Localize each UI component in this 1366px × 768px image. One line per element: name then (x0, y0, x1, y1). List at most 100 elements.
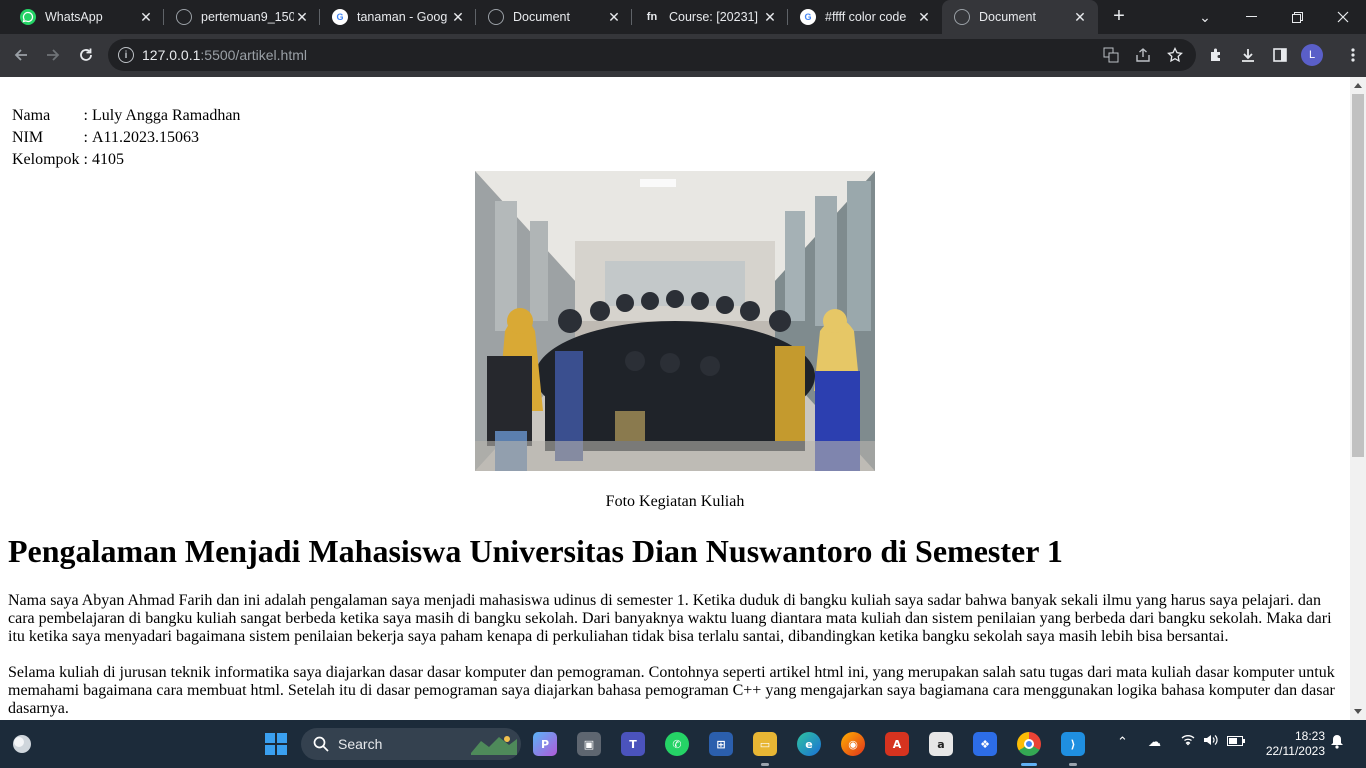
tab-tanaman-google[interactable]: G tanaman - Goog ✕ (320, 0, 476, 34)
battery-icon[interactable] (1227, 734, 1245, 749)
close-icon[interactable]: ✕ (1072, 9, 1088, 26)
chrome-icon[interactable] (1017, 732, 1041, 756)
clock-date: 22/11/2023 (1265, 744, 1325, 758)
table-row: Nama : Luly Angga Ramadhan (11, 106, 241, 126)
forward-arrow-icon[interactable] (40, 42, 66, 68)
table-row: Kelompok : 4105 (11, 150, 241, 170)
google-icon: G (800, 9, 816, 25)
close-window-button[interactable] (1320, 0, 1366, 34)
globe-icon (488, 9, 504, 25)
article-paragraph: Selama kuliah di jurusan teknik informat… (8, 664, 1335, 717)
amazon-icon[interactable]: a (929, 732, 953, 756)
tab-document[interactable]: Document ✕ (476, 0, 632, 34)
wifi-icon[interactable] (1181, 734, 1195, 749)
minimize-button[interactable] (1228, 0, 1274, 34)
vertical-scrollbar[interactable] (1350, 77, 1366, 720)
weather-icon[interactable] (10, 732, 34, 756)
microsoft-store-icon[interactable]: ⊞ (709, 732, 733, 756)
download-icon[interactable] (1235, 42, 1261, 68)
fn-icon: fn (646, 11, 658, 23)
share-icon[interactable] (1130, 42, 1156, 68)
tab-course[interactable]: fn Course: [20231] ✕ (632, 0, 788, 34)
file-explorer-icon[interactable]: ▭ (753, 732, 777, 756)
reload-icon[interactable] (73, 42, 99, 68)
scroll-down-arrow-icon[interactable] (1354, 709, 1362, 714)
identity-value: 4105 (92, 151, 124, 168)
globe-icon (176, 9, 192, 25)
tray-chevron-icon[interactable]: ⌃ (1117, 734, 1128, 750)
identity-label: Nama (12, 107, 51, 124)
edge-icon[interactable]: e (797, 732, 821, 756)
restore-button[interactable] (1274, 0, 1320, 34)
tab-title: Document (513, 10, 570, 24)
close-icon[interactable]: ✕ (450, 9, 466, 26)
active-indicator (1021, 763, 1037, 766)
tab-title: WhatsApp (45, 10, 103, 24)
copilot-icon[interactable]: P (533, 732, 557, 756)
close-icon[interactable]: ✕ (916, 9, 932, 26)
tab-strip: WhatsApp ✕ pertemuan9_150 ✕ G tanaman - … (0, 0, 1366, 34)
new-tab-button[interactable]: + (1108, 5, 1130, 27)
close-icon[interactable]: ✕ (294, 9, 310, 26)
translate-icon[interactable] (1098, 42, 1124, 68)
notification-bell-icon[interactable] (1330, 734, 1344, 752)
search-highlight-icon (471, 733, 517, 760)
identity-table: Nama : Luly Angga Ramadhan NIM : A11.202… (9, 104, 243, 172)
search-icon (313, 736, 329, 757)
menu-kebab-icon[interactable] (1340, 42, 1366, 68)
article-paragraph: Nama saya Abyan Ahmad Farih dan ini adal… (8, 592, 1332, 645)
table-row: NIM : A11.2023.15063 (11, 128, 241, 148)
identity-sep: : (83, 151, 88, 168)
onedrive-icon[interactable]: ☁ (1148, 734, 1161, 750)
identity-label: Kelompok (12, 151, 80, 168)
tab-color-code[interactable]: G #ffff color code ✕ (788, 0, 942, 34)
tab-title: tanaman - Goog (357, 10, 448, 24)
volume-icon[interactable] (1203, 734, 1218, 749)
system-clock[interactable]: 18:23 22/11/2023 (1259, 729, 1325, 759)
tab-title: #ffff color code (825, 10, 907, 24)
tab-whatsapp[interactable]: WhatsApp ✕ (8, 0, 164, 34)
url-path: :5500/artikel.html (200, 47, 307, 63)
site-info-icon[interactable]: i (118, 47, 134, 63)
running-indicator (1069, 763, 1077, 766)
back-arrow-icon[interactable] (8, 42, 34, 68)
windows-taskbar: Search P ▣ T ✆ ⊞ ▭ e ◉ A a ❖ ⟩ ⌃ ☁ 18:23… (0, 720, 1366, 768)
scrollbar-thumb[interactable] (1352, 94, 1364, 457)
task-view-icon[interactable]: ▣ (577, 732, 601, 756)
google-icon: G (332, 9, 348, 25)
article-heading: Pengalaman Menjadi Mahasiswa Universitas… (8, 533, 1063, 569)
side-panel-icon[interactable] (1267, 42, 1293, 68)
tab-search-chevron-icon[interactable]: ⌄ (1182, 0, 1228, 34)
start-windows-icon[interactable] (264, 732, 288, 756)
dropbox-icon[interactable]: ❖ (973, 732, 997, 756)
url-host: 127.0.0.1 (142, 47, 201, 63)
close-icon[interactable]: ✕ (762, 9, 778, 26)
whatsapp-taskbar-icon[interactable]: ✆ (665, 732, 689, 756)
profile-avatar[interactable]: L (1301, 44, 1323, 66)
clock-time: 18:23 (1294, 729, 1325, 743)
close-icon[interactable]: ✕ (606, 9, 622, 26)
url-text: 127.0.0.1:5500/artikel.html (142, 47, 307, 63)
tab-title: Course: [20231] (669, 10, 758, 24)
identity-value: A11.2023.15063 (92, 129, 199, 146)
address-bar[interactable]: i 127.0.0.1:5500/artikel.html (108, 39, 1196, 71)
identity-label: NIM (12, 129, 44, 146)
whatsapp-icon (20, 9, 36, 25)
pdf-reader-icon[interactable]: A (885, 732, 909, 756)
teams-icon[interactable]: T (621, 732, 645, 756)
page-content: Nama : Luly Angga Ramadhan NIM : A11.202… (0, 77, 1350, 720)
taskbar-search[interactable]: Search (301, 728, 521, 760)
tab-document-active[interactable]: Document ✕ (942, 0, 1098, 34)
running-indicator (761, 763, 769, 766)
extensions-icon[interactable] (1203, 42, 1229, 68)
activity-photo (475, 171, 875, 471)
vscode-icon[interactable]: ⟩ (1061, 732, 1085, 756)
bookmark-star-icon[interactable] (1162, 42, 1188, 68)
close-icon[interactable]: ✕ (138, 9, 154, 26)
globe-icon (954, 9, 970, 25)
firefox-icon[interactable]: ◉ (841, 732, 865, 756)
scroll-up-arrow-icon[interactable] (1354, 83, 1362, 88)
identity-value: Luly Angga Ramadhan (92, 107, 241, 124)
identity-sep: : (83, 107, 88, 124)
tab-pertemuan9[interactable]: pertemuan9_150 ✕ (164, 0, 320, 34)
